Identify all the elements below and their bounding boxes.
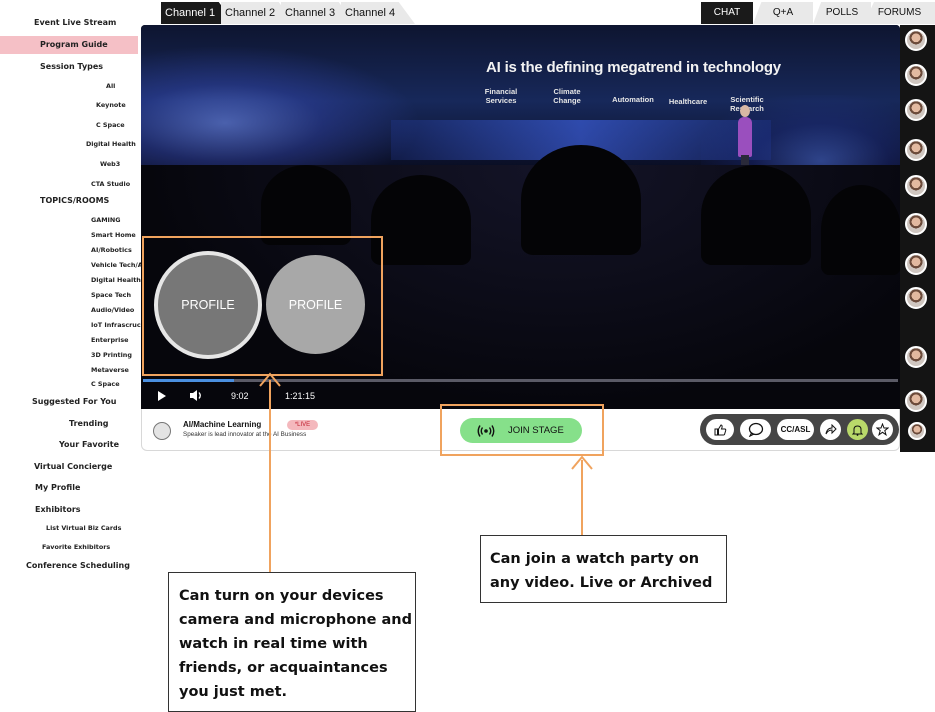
sidebar-item-metaverse[interactable]: Metaverse: [91, 366, 129, 374]
sidebar-item-all[interactable]: All: [106, 82, 115, 90]
session-title: AI/Machine Learning: [183, 420, 262, 429]
chat-avatar[interactable]: [905, 213, 927, 235]
sidebar-item-iot-infrastructure[interactable]: IoT Infrascruc: [91, 321, 141, 329]
sidebar-item-session-types[interactable]: Session Types: [40, 62, 103, 71]
tab-channel-4[interactable]: Channel 4: [341, 2, 415, 24]
callout-camera: Can turn on your devices camera and micr…: [168, 572, 416, 712]
comment-icon[interactable]: [740, 419, 771, 440]
sidebar-item-your-favorite[interactable]: Your Favorite: [59, 440, 119, 449]
sidebar-item-ai-robotics[interactable]: AI/Robotics: [91, 246, 132, 254]
sidebar-item-smart-home[interactable]: Smart Home: [91, 231, 136, 239]
speaker-figure: [740, 105, 750, 117]
sidebar-item-space-tech[interactable]: Space Tech: [91, 291, 131, 299]
slide-category: Climate Change: [553, 87, 581, 105]
chat-avatar[interactable]: [905, 64, 927, 86]
sidebar-item-gaming[interactable]: GAMING: [91, 216, 121, 224]
sidebar-item-trending[interactable]: Trending: [69, 419, 109, 428]
bell-icon[interactable]: [847, 419, 868, 440]
sidebar-item-c-space[interactable]: C Space: [96, 121, 125, 129]
callout-watch-party: Can join a watch party on any video. Liv…: [480, 535, 727, 603]
callout-arrow-join-stage: [581, 460, 583, 536]
callout-highlight-join-stage: [440, 404, 604, 456]
sidebar-item-vehicle-tech[interactable]: Vehicle Tech/A: [91, 261, 143, 269]
sidebar-item-audio-video[interactable]: Audio/Video: [91, 306, 134, 314]
callout-arrow-profiles: [269, 380, 271, 573]
volume-icon[interactable]: [189, 389, 203, 404]
sidebar-item-digital-health-topic[interactable]: Digital Health: [91, 276, 141, 284]
duration: 1:21:15: [285, 391, 316, 401]
session-avatar[interactable]: [153, 422, 171, 440]
chat-avatar[interactable]: [905, 29, 927, 51]
chat-avatar[interactable]: [905, 139, 927, 161]
slide-title: AI is the defining megatrend in technolo…: [486, 59, 781, 76]
sidebar-item-exhibitors[interactable]: Exhibitors: [35, 505, 81, 514]
sidebar-item-web3[interactable]: Web3: [100, 160, 120, 168]
sidebar-item-event-live-stream[interactable]: Event Live Stream: [34, 18, 116, 27]
sidebar-item-suggested[interactable]: Suggested For You: [32, 397, 116, 406]
tab-forums[interactable]: FORUMS: [864, 2, 935, 24]
share-icon[interactable]: [820, 419, 841, 440]
stage-lights-left: [141, 45, 421, 175]
sidebar-item-virtual-concierge[interactable]: Virtual Concierge: [34, 462, 112, 471]
sidebar: Event Live Stream Program Guide Session …: [0, 0, 143, 600]
sidebar-item-my-profile[interactable]: My Profile: [35, 483, 80, 492]
cc-asl-button[interactable]: CC/ASL: [777, 419, 814, 440]
audience-head: [701, 165, 811, 265]
sidebar-item-virtual-biz-cards[interactable]: List Virtual Biz Cards: [46, 524, 121, 532]
chat-avatar[interactable]: [905, 99, 927, 121]
current-time: 9:02: [231, 391, 249, 401]
slide-category: Automation: [612, 95, 654, 104]
sidebar-item-conference-scheduling[interactable]: Conference Scheduling: [26, 561, 130, 570]
chat-avatar[interactable]: [905, 346, 927, 368]
callout-highlight-profiles: [142, 236, 383, 376]
audience-head: [261, 165, 351, 245]
tab-chat[interactable]: CHAT: [701, 2, 753, 24]
sidebar-item-enterprise[interactable]: Enterprise: [91, 336, 129, 344]
sidebar-item-digital-health[interactable]: Digital Health: [86, 140, 136, 148]
sidebar-item-c-space-topic[interactable]: C Space: [91, 380, 120, 388]
arrow-up-icon: [259, 372, 281, 387]
session-subtitle: Speaker is lead innovator at the AI Busi…: [183, 431, 307, 438]
audience-head: [521, 145, 641, 255]
play-icon[interactable]: [157, 390, 167, 404]
audience-head: [371, 175, 471, 265]
sidebar-item-topics-rooms[interactable]: TOPICS/ROOMS: [40, 196, 109, 205]
slide-category: Healthcare: [668, 97, 708, 106]
tab-polls[interactable]: POLLS: [813, 2, 871, 24]
sidebar-item-3d-printing[interactable]: 3D Printing: [91, 351, 132, 359]
chat-avatar[interactable]: [905, 287, 927, 309]
star-icon[interactable]: [872, 419, 893, 440]
progress-bar[interactable]: [143, 379, 898, 382]
slide-category: Financial Services: [484, 87, 518, 105]
chat-participants: [900, 25, 935, 452]
chat-avatar[interactable]: [905, 390, 927, 412]
sidebar-item-program-guide[interactable]: Program Guide: [40, 40, 108, 49]
chat-avatar[interactable]: [905, 253, 927, 275]
action-bar: CC/ASL: [700, 414, 899, 445]
sidebar-item-cta-studio[interactable]: CTA Studio: [91, 180, 130, 188]
speaker-figure: [738, 117, 752, 157]
like-icon[interactable]: [706, 419, 734, 440]
chat-avatar[interactable]: [905, 175, 927, 197]
tab-qa[interactable]: Q+A: [753, 2, 813, 24]
live-badge: *LIVE: [287, 420, 318, 430]
audience-head: [821, 185, 900, 275]
sidebar-item-favorite-exhibitors[interactable]: Favorite Exhibitors: [42, 543, 110, 551]
progress-fill: [143, 379, 234, 382]
chat-avatar[interactable]: [908, 422, 926, 440]
sidebar-item-keynote[interactable]: Keynote: [96, 101, 126, 109]
arrow-up-icon: [571, 455, 593, 470]
